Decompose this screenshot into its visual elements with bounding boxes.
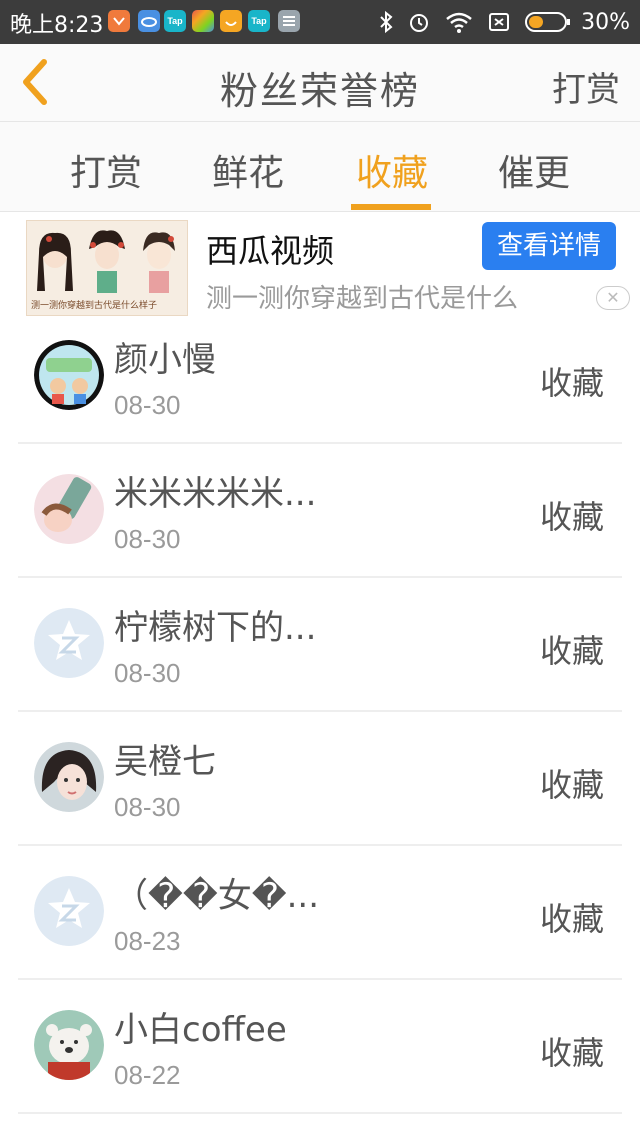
- cartoon-avatar-icon: [34, 340, 104, 410]
- ad-figure: [37, 232, 73, 291]
- top-bar: 粉丝荣誉榜 打赏: [0, 44, 640, 122]
- tab-bar: 打赏 鲜花 收藏 催更: [0, 122, 640, 212]
- default-qq-avatar-icon: [34, 876, 104, 946]
- avatar[interactable]: [34, 876, 104, 946]
- alarm-icon: [410, 14, 429, 32]
- cloud-app-icon: [138, 10, 160, 32]
- battery-percent: 30%: [581, 9, 630, 35]
- fan-date: 08-30: [114, 658, 181, 688]
- tab-active-indicator: [351, 204, 431, 210]
- wifi-icon: [446, 12, 472, 33]
- tab-favorites[interactable]: 收藏: [322, 144, 462, 196]
- fan-action-label: 收藏: [539, 1034, 604, 1072]
- ad-image[interactable]: 测一测你穿越到古代是什么样子: [26, 220, 188, 316]
- fan-name: 柠檬树下的...: [114, 608, 317, 648]
- fan-date: 08-30: [114, 792, 181, 822]
- ad-close-button[interactable]: ✕: [596, 286, 630, 310]
- avatar[interactable]: [34, 1010, 104, 1080]
- avatar[interactable]: [34, 742, 104, 812]
- battery-icon: [525, 12, 571, 32]
- ad-banner[interactable]: 测一测你穿越到古代是什么样子 西瓜视频 测一测你穿越到古代是什么 查看详情: [0, 212, 640, 320]
- fan-action-label: 收藏: [539, 900, 604, 938]
- fan-name: （��女�...: [114, 876, 320, 916]
- fan-date: 08-30: [114, 390, 181, 420]
- list-item[interactable]: （��女�... 08-23 收藏: [18, 846, 622, 980]
- fan-date: 08-22: [114, 1060, 181, 1090]
- game-center-icon: [192, 10, 214, 32]
- no-sim-icon: [489, 13, 510, 31]
- bluetooth-icon: [380, 10, 393, 34]
- tab-reward[interactable]: 打赏: [36, 144, 176, 196]
- fan-name: 颜小慢: [114, 340, 216, 380]
- list-item[interactable]: 颜小慢 08-30 收藏: [18, 310, 622, 444]
- tab-flowers[interactable]: 鲜花: [178, 144, 318, 196]
- tab-urge-update[interactable]: 催更: [464, 144, 604, 196]
- avatar[interactable]: [34, 340, 104, 410]
- status-time: 晚上8:23: [10, 13, 104, 38]
- status-bar: 晚上8:23 Tap Tap 30%: [0, 0, 640, 44]
- fan-action-label: 收藏: [539, 766, 604, 804]
- fan-action-label: 收藏: [539, 498, 604, 536]
- taptap-icon: Tap: [164, 10, 186, 32]
- fan-action-label: 收藏: [539, 632, 604, 670]
- list-item[interactable]: 米米米米米... 08-30 收藏: [18, 444, 622, 578]
- ad-title[interactable]: 西瓜视频: [206, 226, 334, 272]
- fan-name: 米米米米米...: [114, 474, 317, 514]
- default-qq-avatar-icon: [34, 608, 104, 678]
- fan-date: 08-23: [114, 926, 181, 956]
- ad-figure: [143, 232, 175, 293]
- list-item[interactable]: 小白coffee 08-22 收藏: [18, 980, 622, 1114]
- list-item[interactable]: 柠檬树下的... 08-30 收藏: [18, 578, 622, 712]
- notes-app-icon: [278, 10, 300, 32]
- avatar[interactable]: [34, 608, 104, 678]
- fan-action-label: 收藏: [539, 364, 604, 402]
- fan-date: 08-30: [114, 524, 181, 554]
- page-title: 粉丝荣誉榜: [219, 69, 420, 113]
- fan-name: 小白coffee: [114, 1010, 287, 1050]
- taptap-icon: Tap: [248, 10, 270, 32]
- avatar[interactable]: [34, 474, 104, 544]
- mi-store-icon: [108, 10, 130, 32]
- fan-name: 吴橙七: [114, 742, 216, 782]
- ad-view-details-button[interactable]: 查看详情: [482, 222, 616, 270]
- reward-button[interactable]: 打赏: [552, 62, 620, 111]
- ad-figure: [89, 230, 125, 293]
- bear-avatar-icon: [34, 1010, 104, 1080]
- smile-app-icon: [220, 10, 242, 32]
- list-item[interactable]: 吴橙七 08-30 收藏: [18, 712, 622, 846]
- photo-avatar-icon: [34, 742, 104, 812]
- anime-avatar-icon: [34, 474, 104, 544]
